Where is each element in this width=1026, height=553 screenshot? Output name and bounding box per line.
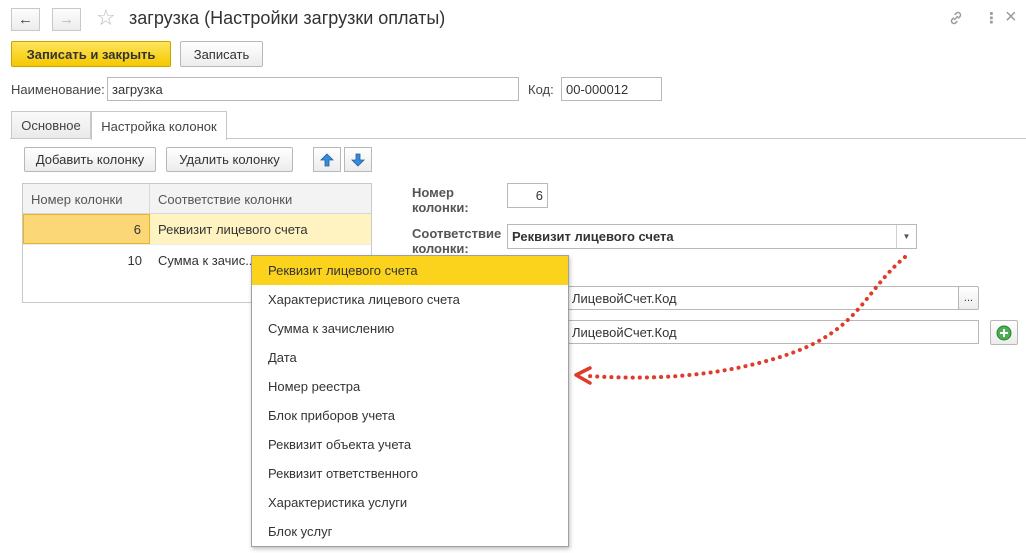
favorite-star-icon[interactable]: ☆ (96, 6, 116, 30)
plus-circle-icon (996, 325, 1012, 340)
column-number-field[interactable]: 6 (507, 183, 548, 208)
dropdown-item-service-characteristic[interactable]: Характеристика услуги (252, 488, 568, 517)
arrow-down-icon (351, 153, 365, 167)
dropdown-item-register-number[interactable]: Номер реестра (252, 372, 568, 401)
dropdown-item-meters-block[interactable]: Блок приборов учета (252, 401, 568, 430)
arrow-up-icon (320, 152, 334, 166)
mapping-label-line1: Соответствие (412, 226, 502, 241)
dropdown-item-object-attribute[interactable]: Реквизит объекта учета (252, 430, 568, 459)
mapping-label-line2: колонки: (412, 241, 469, 256)
code-label: Код: (528, 82, 554, 97)
dropdown-item-account-attribute[interactable]: Реквизит лицевого счета (252, 256, 568, 285)
window-title: загрузка (Настройки загрузки оплаты) (129, 8, 446, 28)
add-column-button[interactable]: Добавить колонку (24, 147, 156, 172)
save-button[interactable]: Записать (180, 41, 263, 67)
column-header-number[interactable]: Номер колонки (23, 184, 150, 214)
annotation-arrow (574, 255, 907, 385)
move-down-button[interactable] (344, 147, 372, 172)
table-row[interactable]: 6 Реквизит лицевого счета (23, 214, 371, 244)
back-button[interactable]: ← (11, 8, 40, 31)
tab-main[interactable]: Основное (11, 111, 91, 139)
column-header-mapping[interactable]: Соответствие колонки (150, 184, 372, 214)
more-icon[interactable]: ⋮ (984, 9, 999, 27)
number-label: Номер колонки: (412, 185, 469, 215)
close-icon[interactable]: × (1005, 6, 1017, 29)
mapping-dropdown-list[interactable]: Реквизит лицевого счета Характеристика л… (251, 255, 569, 547)
select-attribute-button[interactable]: ... (958, 286, 979, 310)
name-label: Наименование: (11, 82, 105, 97)
dropdown-item-amount[interactable]: Сумма к зачислению (252, 314, 568, 343)
number-label-line1: Номер (412, 185, 454, 200)
add-attribute-button[interactable] (990, 320, 1018, 345)
delete-column-button[interactable]: Удалить колонку (166, 147, 293, 172)
forward-button[interactable]: → (52, 8, 81, 31)
move-up-button[interactable] (313, 147, 341, 172)
cell-number[interactable]: 6 (23, 214, 150, 244)
arrow-left-icon: ← (18, 11, 33, 28)
save-and-close-button[interactable]: Записать и закрыть (11, 41, 171, 67)
cell-mapping[interactable]: Реквизит лицевого счета (158, 214, 370, 244)
dropdown-item-account-characteristic[interactable]: Характеристика лицевого счета (252, 285, 568, 314)
mapping-label: Соответствие колонки: (412, 226, 501, 256)
cell-number[interactable]: 10 (23, 245, 150, 275)
dropdown-item-date[interactable]: Дата (252, 343, 568, 372)
dropdown-item-responsible-attribute[interactable]: Реквизит ответственного (252, 459, 568, 488)
link-icon[interactable] (948, 10, 964, 26)
number-label-line2: колонки: (412, 200, 469, 215)
dropdown-item-services-block[interactable]: Блок услуг (252, 517, 568, 546)
arrow-right-icon: → (59, 11, 74, 28)
table-header: Номер колонки Соответствие колонки (23, 184, 371, 214)
tab-columns-settings[interactable]: Настройка колонок (91, 111, 227, 140)
name-field[interactable]: загрузка (107, 77, 519, 101)
code-field[interactable]: 00-000012 (561, 77, 662, 101)
